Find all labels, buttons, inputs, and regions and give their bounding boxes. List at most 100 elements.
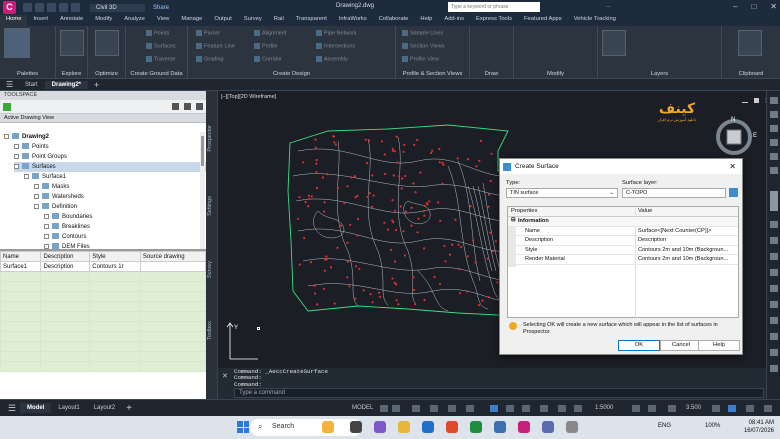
- taskbar-app-icon[interactable]: [494, 421, 506, 433]
- annotation-scale[interactable]: 1:5000: [595, 405, 613, 411]
- orbit-icon[interactable]: [770, 253, 778, 260]
- survey-point[interactable]: [315, 186, 319, 189]
- project-explorer-button[interactable]: [60, 30, 84, 56]
- intersections-menu[interactable]: Intersections: [316, 43, 355, 49]
- tree-item[interactable]: Breaklines: [44, 222, 90, 232]
- survey-point[interactable]: [310, 195, 313, 198]
- survey-point[interactable]: [404, 174, 407, 178]
- clock[interactable]: 08:41 AM 16/07/2026: [738, 419, 774, 435]
- property-row-description[interactable]: Description Description: [508, 236, 738, 246]
- surfaces-menu[interactable]: Surfaces: [146, 43, 176, 49]
- help-button[interactable]: Help: [698, 340, 740, 351]
- vp-restore-icon[interactable]: [753, 98, 759, 103]
- survey-point[interactable]: [322, 210, 326, 213]
- survey-point[interactable]: [458, 267, 461, 271]
- survey-point[interactable]: [369, 293, 372, 296]
- prop-value[interactable]: Contours 2m and 10m (Backgroun...: [638, 256, 738, 262]
- survey-point[interactable]: [298, 196, 301, 199]
- share-button[interactable]: Share: [153, 5, 169, 11]
- ribbon-tab-output[interactable]: Output: [208, 15, 237, 26]
- survey-point[interactable]: [346, 185, 349, 188]
- add-layout-icon[interactable]: +: [126, 403, 132, 414]
- survey-point[interactable]: [337, 186, 340, 189]
- model-space-toggle[interactable]: MODEL: [352, 405, 373, 411]
- survey-point[interactable]: [332, 135, 335, 138]
- survey-point[interactable]: [315, 162, 318, 165]
- expand-icon[interactable]: [14, 143, 19, 149]
- survey-point[interactable]: [333, 302, 336, 305]
- survey-point[interactable]: [329, 266, 333, 269]
- survey-point[interactable]: [439, 219, 442, 222]
- survey-point[interactable]: [403, 254, 407, 257]
- survey-point[interactable]: [475, 165, 478, 168]
- scroll-thumb[interactable]: [201, 136, 204, 166]
- survey-point[interactable]: [403, 143, 406, 146]
- volume-indicator[interactable]: 100%: [705, 423, 720, 429]
- expand-icon[interactable]: [14, 153, 19, 159]
- workspace-icon[interactable]: [668, 405, 676, 412]
- pan-icon[interactable]: [770, 221, 778, 228]
- section-information[interactable]: ⊟ Information: [508, 217, 738, 227]
- ribbon-tab-analyze[interactable]: Analyze: [118, 15, 151, 26]
- expand-icon[interactable]: [34, 203, 39, 209]
- layer-picker-icon[interactable]: [729, 188, 738, 197]
- survey-point[interactable]: [355, 265, 358, 268]
- survey-point[interactable]: [437, 201, 440, 204]
- tree-item[interactable]: Surfaces: [14, 162, 206, 172]
- surface-layer-field[interactable]: C-TOPO: [622, 188, 726, 198]
- survey-point[interactable]: [410, 206, 413, 209]
- survey-point[interactable]: [478, 159, 481, 162]
- ortho-icon[interactable]: [412, 405, 420, 412]
- survey-point[interactable]: [395, 229, 398, 232]
- tree-item[interactable]: Point Groups: [14, 152, 67, 162]
- tree-scrollbar[interactable]: [200, 132, 205, 249]
- survey-point[interactable]: [298, 263, 301, 266]
- save-icon[interactable]: [47, 3, 56, 12]
- nav-icon[interactable]: [770, 125, 778, 132]
- survey-point[interactable]: [433, 275, 436, 279]
- civil3d-icon[interactable]: [518, 421, 530, 433]
- vp-minimize-icon[interactable]: [742, 102, 748, 103]
- expand-icon[interactable]: [44, 233, 49, 239]
- redo-icon[interactable]: [71, 3, 80, 12]
- survey-point[interactable]: [431, 149, 434, 152]
- ok-button[interactable]: OK: [618, 340, 660, 351]
- clean-screen-icon[interactable]: [746, 405, 754, 412]
- hardware-acceleration-icon[interactable]: [728, 405, 736, 412]
- survey-point[interactable]: [472, 239, 475, 242]
- survey-point[interactable]: [487, 296, 490, 299]
- survey-point[interactable]: [486, 257, 489, 260]
- survey-point[interactable]: [394, 260, 397, 263]
- survey-point[interactable]: [412, 276, 415, 279]
- survey-point[interactable]: [441, 182, 444, 185]
- survey-point[interactable]: [414, 303, 417, 306]
- search-input[interactable]: Type a keyword or phrase: [448, 2, 540, 12]
- ribbon-tab-featured-apps[interactable]: Featured Apps: [518, 15, 568, 26]
- survey-point[interactable]: [314, 138, 317, 141]
- property-row-name[interactable]: Name Surface<[Next Counter(CP)]>: [508, 227, 738, 236]
- nav-icon[interactable]: [770, 365, 778, 372]
- survey-point[interactable]: [412, 182, 415, 185]
- survey-point[interactable]: [325, 258, 328, 261]
- survey-point[interactable]: [308, 197, 311, 200]
- tree-item[interactable]: DEM Files: [44, 242, 90, 249]
- survey-point[interactable]: [357, 217, 360, 221]
- survey-point[interactable]: [395, 135, 398, 138]
- survey-point[interactable]: [402, 150, 405, 153]
- survey-point[interactable]: [489, 231, 492, 234]
- survey-point[interactable]: [336, 246, 339, 249]
- survey-point[interactable]: [438, 282, 442, 285]
- prop-value[interactable]: Surface<[Next Counter(CP)]>: [638, 228, 738, 234]
- expand-icon[interactable]: [34, 193, 39, 199]
- survey-point[interactable]: [339, 224, 343, 227]
- gear-icon[interactable]: [632, 405, 640, 412]
- survey-point[interactable]: [469, 205, 472, 208]
- survey-point[interactable]: [419, 171, 422, 174]
- survey-point[interactable]: [326, 173, 329, 176]
- ribbon-tab-survey[interactable]: Survey: [238, 15, 268, 26]
- survey-point[interactable]: [413, 288, 416, 292]
- survey-point[interactable]: [490, 152, 493, 155]
- tree-item[interactable]: Contours: [44, 232, 86, 242]
- tree-item[interactable]: Points: [14, 142, 49, 152]
- survey-point[interactable]: [438, 147, 441, 151]
